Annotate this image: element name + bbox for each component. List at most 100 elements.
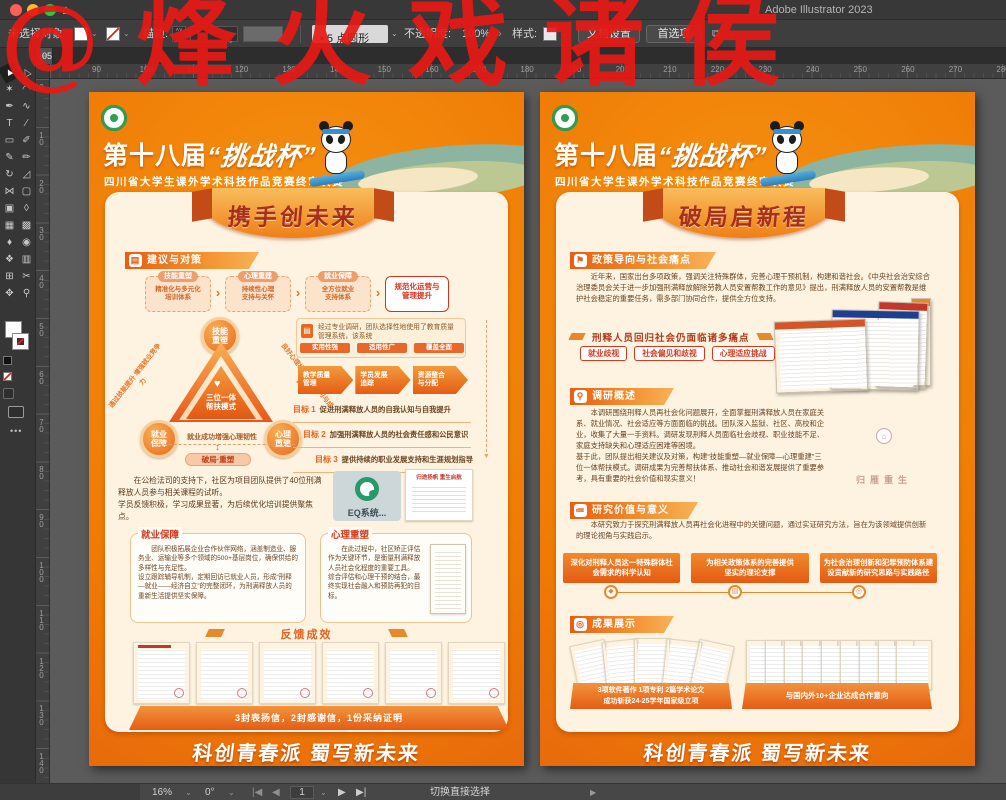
horizontal-ruler[interactable]: 9010011012013014015016017018019020021022… — [50, 64, 1006, 79]
eq-card-title: 归途扬帆 重生启航 — [406, 473, 472, 481]
preferences-button[interactable]: 首选项 — [646, 25, 702, 43]
pen-tool[interactable]: ✒ — [1, 98, 18, 115]
paintbrush-tool[interactable]: ✐ — [18, 132, 35, 149]
poster-subtitle: 四川省大学生课外学术科技作品竞赛终审决赛 — [555, 174, 795, 189]
rectangle-tool[interactable]: ▭ — [1, 132, 18, 149]
pain-point-tag: 心理适应挑战 — [712, 346, 775, 361]
chevron-down-icon[interactable]: ⌄ — [228, 784, 235, 800]
dashed-divider — [486, 320, 487, 452]
column-graph-tool[interactable]: ▥ — [18, 251, 35, 268]
swap-fill-stroke-icon[interactable] — [3, 356, 12, 365]
pain-point-tags: 就业歧视社会偏见和歧视心理适应挑战 — [580, 346, 775, 361]
poster-footer-slogan: 科创青春派 蜀写新未来 — [540, 737, 975, 766]
line-tool[interactable]: ∕ — [18, 115, 35, 132]
magic-wand-tool[interactable]: ✶ — [1, 81, 18, 98]
home-icon[interactable]: ⌂ — [62, 2, 70, 17]
ruler-label: 100 — [140, 65, 153, 74]
minimize-window-button[interactable] — [27, 4, 39, 16]
rotate-tool[interactable]: ↻ — [1, 166, 18, 183]
type-tool[interactable]: T — [1, 115, 18, 132]
rotation-dropdown[interactable]: 0° — [205, 784, 215, 800]
symbol-sprayer-tool[interactable]: ❖ — [1, 251, 18, 268]
zoom-window-button[interactable] — [44, 4, 56, 16]
scale-tool[interactable]: ◿ — [18, 166, 35, 183]
stroke-color-swatch[interactable] — [106, 27, 120, 41]
style-swatch[interactable] — [543, 27, 557, 41]
eyedropper-tool[interactable]: ♦ — [1, 234, 18, 251]
opacity-value[interactable]: 100% — [462, 20, 490, 48]
certificate-thumbnail — [896, 640, 932, 690]
fill-dropdown-icon[interactable]: ⌄ — [91, 20, 98, 48]
value-paragraph: 本研究致力于探究刑满释放人员再社会化进程中的关键问题，通过实证研究方法，旨在为该… — [576, 520, 932, 542]
shaper-tool[interactable]: ✏ — [18, 149, 35, 166]
eq-label: EQ系统... — [333, 506, 401, 519]
poster-title: 第十八届“挑战杯” — [103, 136, 207, 172]
style-dropdown-icon[interactable]: ⌄ — [561, 20, 568, 48]
zoom-tool[interactable]: ⚲ — [18, 285, 35, 302]
artboard-number-field[interactable]: 1 — [290, 786, 314, 799]
chevron-down-icon[interactable]: ⌄ — [320, 784, 327, 800]
section-header-value: ≔ 研究价值与意义 — [570, 502, 698, 519]
goal-label: 目标 1 — [293, 405, 316, 414]
arrange-panel-icon[interactable]: ⧉ — [712, 20, 720, 48]
timeline-dot-icon: ◆ — [604, 585, 618, 599]
next-artboard-button[interactable]: ▶ — [338, 784, 346, 800]
free-transform-tool[interactable]: ▢ — [18, 183, 35, 200]
stroke-weight-dropdown[interactable]: ⌄ — [190, 26, 238, 42]
artboard-poster-left[interactable]: 第十八届“挑战杯” 四川省大学生课外学术科技作品竞赛终审决赛 携手创未来 ▤ 建… — [89, 92, 524, 766]
pencil-tool[interactable]: ✎ — [1, 149, 18, 166]
separator — [300, 25, 301, 43]
results-caption-cooperation: 与国内外10+企业达成合作意向 — [742, 683, 932, 709]
stroke-weight-stepper[interactable]: ˄˅ — [172, 26, 186, 42]
previous-artboard-button[interactable]: ◀ — [272, 784, 280, 800]
curvature-tool[interactable]: ∿ — [18, 98, 35, 115]
document-setup-button[interactable]: 文档设置 — [578, 25, 640, 43]
app-title: Adobe Illustrator 2023 — [765, 4, 873, 16]
perspective-grid-tool[interactable]: ◊ — [18, 200, 35, 217]
stroke-dropdown-icon[interactable]: ⌄ — [123, 20, 130, 48]
last-artboard-button[interactable]: ▶| — [356, 784, 366, 800]
artboard-tool[interactable]: ⊞ — [1, 268, 18, 285]
panel-dropdown-icon[interactable]: ⌄ — [728, 20, 735, 48]
document-tab[interactable]: ×05.20(1).ai* @ 16 % (CMYK/预览) — [36, 48, 53, 64]
shape-builder-tool[interactable]: ▣ — [1, 200, 18, 217]
chevron-down-icon[interactable]: ⌄ — [185, 784, 192, 800]
canvas[interactable]: 第十八届“挑战杯” 四川省大学生课外学术科技作品竞赛终审决赛 携手创未来 ▤ 建… — [50, 79, 1006, 783]
triangle-center-label: 三位一体 帮扶模式 — [181, 393, 261, 411]
ruler-label: 230 — [758, 65, 771, 74]
draw-behind-button[interactable] — [3, 388, 14, 399]
ruler-label: 170 — [473, 65, 486, 74]
flow-arrow-icon: › — [371, 276, 385, 312]
width-profile-dropdown[interactable]: • 5 点圆形 — [312, 25, 388, 43]
poster-footer-slogan: 科创青春派 蜀写新未来 — [89, 737, 524, 766]
page-icon: ▤ — [301, 324, 313, 338]
edit-toolbar-icon[interactable]: ••• — [10, 426, 22, 436]
ruler-origin-corner[interactable] — [36, 64, 50, 79]
feedback-documents — [133, 642, 505, 704]
fill-color-swatch[interactable] — [74, 27, 88, 41]
text-lines — [412, 484, 466, 515]
none-button[interactable] — [3, 372, 12, 381]
lasso-tool[interactable]: ◠ — [18, 81, 35, 98]
first-artboard-button[interactable]: |◀ — [252, 784, 262, 800]
close-window-button[interactable] — [10, 4, 22, 16]
profile-dropdown-icon[interactable]: ⌄ — [391, 20, 398, 48]
zoom-level-dropdown[interactable]: 16% — [152, 784, 172, 800]
stroke-swatch[interactable] — [13, 334, 28, 349]
mesh-tool[interactable]: ▦ — [1, 217, 18, 234]
width-tool[interactable]: ⋈ — [1, 183, 18, 200]
gradient-tool[interactable]: ▩ — [18, 217, 35, 234]
screen-mode-button[interactable] — [8, 406, 24, 418]
ruler-label: 160 — [425, 65, 438, 74]
vertical-ruler[interactable]: 0102030405060708090100110120130140 — [36, 79, 50, 783]
process-chevron: 资源整合 与分配 — [413, 366, 468, 394]
hand-tool[interactable]: ✥ — [1, 285, 18, 302]
artboard-poster-right[interactable]: 第十八届“挑战杯” 四川省大学生课外学术科技作品竞赛终审决赛 破局启新程 ⚑ 政… — [540, 92, 975, 766]
slice-tool[interactable]: ✂ — [18, 268, 35, 285]
brush-definition-dropdown[interactable] — [243, 26, 283, 42]
status-expand-icon[interactable]: ▶ — [590, 784, 596, 800]
blend-tool[interactable]: ◉ — [18, 234, 35, 251]
opacity-expand-icon[interactable]: › — [498, 20, 502, 48]
status-bar-left — [0, 784, 140, 800]
panda-mascot — [764, 116, 820, 186]
